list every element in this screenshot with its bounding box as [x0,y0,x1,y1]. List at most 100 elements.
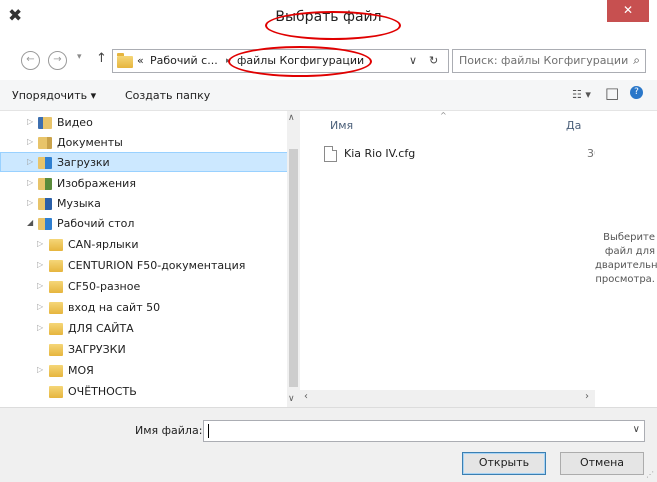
text-caret [208,424,209,438]
collapse-icon[interactable]: ◢ [27,218,33,227]
expand-icon[interactable]: ▷ [27,198,33,207]
tree-item-folder[interactable]: ▷ CAN-ярлыки [0,235,288,255]
desktop-folder-icon [38,218,52,230]
bottom-panel: Имя файла: ∨ Открыть Отмена ⋰ [0,407,657,482]
resize-grip-icon[interactable]: ⋰ [646,470,654,479]
breadcrumb-overflow[interactable]: « [137,54,144,67]
tree-item-label: ДЛЯ САЙТА [68,322,134,335]
tree-item-label: Рабочий стол [57,217,135,230]
breadcrumb-separator-icon[interactable]: ▸ [226,56,231,66]
expand-icon[interactable]: ▷ [27,157,33,166]
pictures-folder-icon [38,178,52,190]
folder-icon [49,302,63,314]
scroll-up-icon[interactable]: ∧ [288,113,295,123]
expand-icon[interactable]: ▷ [27,178,33,187]
navigation-pane[interactable]: ▷ Видео ▷ Документы ▷ Загрузки ▷ Изображ… [0,111,298,407]
video-folder-icon [38,117,52,129]
file-list[interactable]: Имя ^ Да Kia Rio IV.cfg 30 [300,111,601,407]
expand-icon[interactable]: ▷ [37,260,43,269]
folder-icon [49,344,63,356]
up-folder-button[interactable]: ↑ [96,51,107,66]
tree-item-folder[interactable]: ОЧЁТНОСТЬ [0,382,288,402]
tree-item-pictures[interactable]: ▷ Изображения [0,174,288,194]
help-icon[interactable]: ? [630,86,643,99]
scroll-right-icon[interactable]: › [585,391,589,402]
tree-item-documents[interactable]: ▷ Документы [0,133,288,153]
tree-item-label: Видео [57,116,93,129]
tree-item-label: Загрузки [57,156,110,169]
tree-item-label: CAN-ярлыки [68,238,139,251]
file-icon [324,146,337,162]
folder-icon [117,53,133,68]
tree-item-downloads[interactable]: ▷ Загрузки [0,152,288,172]
sort-indicator-icon: ^ [440,111,447,120]
folder-icon [49,365,63,377]
tree-item-label: МОЯ [68,364,94,377]
forward-button[interactable]: → [48,51,67,70]
cancel-button[interactable]: Отмена [560,452,644,475]
tree-item-folder[interactable]: ▷ ДЛЯ САЙТА [0,319,288,339]
refresh-icon[interactable]: ↻ [429,54,438,67]
tree-item-folder[interactable]: ▷ вход на сайт 50 [0,298,288,318]
expand-icon[interactable]: ▷ [37,281,43,290]
view-options-icon[interactable]: ☷ ▾ [572,88,591,101]
open-button[interactable]: Открыть [462,452,546,475]
tree-item-label: CENTURION F50-документация [68,259,246,272]
scroll-left-icon[interactable]: ‹ [304,391,308,402]
preview-line: дварительн [595,260,657,271]
tree-item-music[interactable]: ▷ Музыка [0,194,288,214]
filename-input[interactable]: ∨ [203,420,645,442]
tree-item-video[interactable]: ▷ Видео [0,113,288,133]
expand-icon[interactable]: ▷ [37,302,43,311]
recent-locations-dropdown[interactable]: ▾ [77,52,82,62]
preview-line: файл для [604,246,655,257]
scrollbar-thumb[interactable] [289,149,298,387]
folder-icon [49,323,63,335]
file-open-dialog: ✖ Выбрать файл ✕ ← → ▾ ↑ « Рабочий с... … [0,0,657,482]
dialog-title-text: Выбрать файл [275,9,382,25]
music-folder-icon [38,198,52,210]
tree-item-folder[interactable]: ▷ МОЯ [0,361,288,381]
folder-icon [49,239,63,251]
tree-item-desktop[interactable]: ◢ Рабочий стол [0,214,288,234]
tree-item-label: Музыка [57,197,101,210]
preview-pane-icon[interactable]: □ [605,84,619,102]
scroll-down-icon[interactable]: ∨ [288,394,295,404]
close-button[interactable]: ✕ [607,0,649,22]
filename-label: Имя файла: [135,424,203,437]
expand-icon[interactable]: ▷ [37,365,43,374]
search-icon[interactable]: ⌕ [633,53,640,68]
breadcrumb-current-folder[interactable]: файлы Когфигурации [237,54,364,67]
folder-icon [49,281,63,293]
expand-icon[interactable]: ▷ [27,137,33,146]
back-button[interactable]: ← [21,51,40,70]
expand-icon[interactable]: ▷ [37,239,43,248]
downloads-folder-icon [38,157,52,169]
organize-menu[interactable]: Упорядочить ▾ [12,89,96,102]
filename-dropdown-icon[interactable]: ∨ [633,424,640,435]
file-list-scrollbar[interactable]: ‹ › [300,390,595,407]
column-header-name[interactable]: Имя [330,119,353,132]
address-bar[interactable]: « Рабочий с... ▸ файлы Когфигурации ∨ ↻ [112,49,449,73]
column-header-date[interactable]: Да [566,119,581,132]
tree-item-label: ОЧЁТНОСТЬ [68,385,137,398]
preview-line: просмотра. [595,274,655,285]
command-bar: Упорядочить ▾ Создать папку ☷ ▾ □ ? [0,80,657,111]
address-dropdown-icon[interactable]: ∨ [409,54,417,67]
expand-icon[interactable]: ▷ [37,323,43,332]
navigation-scrollbar[interactable]: ∧ ∨ [287,111,300,407]
tree-item-label: вход на сайт 50 [68,301,161,314]
dialog-title: Выбрать файл [0,7,657,27]
expand-icon[interactable]: ▷ [27,117,33,126]
new-folder-button[interactable]: Создать папку [125,89,210,102]
file-row[interactable]: Kia Rio IV.cfg 30 [324,146,601,164]
tree-item-label: Документы [57,136,123,149]
tree-item-folder[interactable]: ЗАГРУЗКИ [0,340,288,360]
tree-item-folder[interactable]: ▷ CF50-разное [0,277,288,297]
search-placeholder: Поиск: файлы Когфигурации [459,54,629,67]
preview-pane: Выберите файл для дварительн просмотра. [595,111,657,407]
breadcrumb-desktop[interactable]: Рабочий с... [150,54,218,67]
search-box[interactable]: Поиск: файлы Когфигурации ⌕ [452,49,646,73]
tree-item-label: CF50-разное [68,280,141,293]
tree-item-folder[interactable]: ▷ CENTURION F50-документация [0,256,288,276]
